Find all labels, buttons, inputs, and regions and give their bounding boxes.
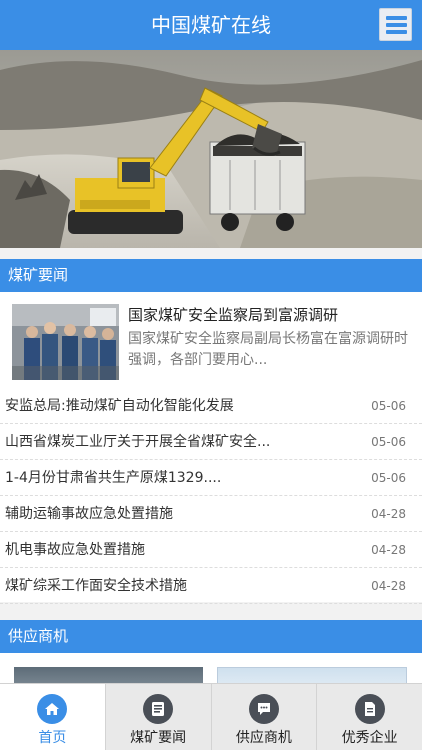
news-date: 05-06	[371, 435, 406, 449]
page-title: 中国煤矿在线	[151, 13, 271, 37]
list-item[interactable]: 煤矿综采工作面安全技术措施 04-28	[0, 568, 422, 604]
news-title[interactable]: 山西省煤炭工业厅关于开展全省煤矿安全...	[5, 424, 325, 460]
news-title[interactable]: 煤矿综采工作面安全技术措施	[5, 568, 325, 604]
home-icon	[37, 694, 68, 724]
news-list: 安监总局:推动煤矿自动化智能化发展 05-06 山西省煤炭工业厅关于开展全省煤矿…	[0, 388, 422, 604]
menu-line	[386, 16, 407, 20]
list-item[interactable]: 机电事故应急处置措施 04-28	[0, 532, 422, 568]
supply-item-image[interactable]	[217, 667, 407, 683]
featured-news-title[interactable]: 国家煤矿安全监察局到富源调研	[128, 304, 413, 325]
section-header-supply[interactable]: 供应商机	[0, 620, 422, 653]
banner-image[interactable]	[0, 50, 422, 248]
list-item[interactable]: 1-4月份甘肃省共生产原煤1329.... 05-06	[0, 460, 422, 496]
tab-label: 优秀企业	[341, 730, 398, 746]
news-panel: 国家煤矿安全监察局到富源调研 国家煤矿安全监察局副局长杨富在富源调研时强调，各部…	[0, 292, 422, 604]
list-item[interactable]: 安监总局:推动煤矿自动化智能化发展 05-06	[0, 388, 422, 424]
tab-label: 首页	[38, 730, 67, 746]
featured-news[interactable]: 国家煤矿安全监察局到富源调研 国家煤矿安全监察局副局长杨富在富源调研时强调，各部…	[0, 292, 422, 387]
tab-companies[interactable]: 优秀企业	[317, 684, 422, 750]
news-date: 04-28	[371, 579, 406, 593]
news-date: 05-06	[371, 399, 406, 413]
excavator-photo	[0, 50, 422, 248]
news-title[interactable]: 辅助运输事故应急处置措施	[5, 496, 325, 532]
featured-news-summary: 国家煤矿安全监察局副局长杨富在富源调研时强调，各部门要用心...	[128, 331, 408, 368]
list-item[interactable]: 辅助运输事故应急处置措施 04-28	[0, 496, 422, 532]
bottom-tab-bar: 首页 煤矿要闻 供应商机 优秀企业	[0, 683, 422, 750]
document-icon	[354, 694, 385, 724]
news-date: 05-06	[371, 471, 406, 485]
tab-label: 供应商机	[235, 730, 292, 746]
top-bar: 中国煤矿在线	[0, 0, 422, 50]
tab-news[interactable]: 煤矿要闻	[106, 684, 212, 750]
tab-supply[interactable]: 供应商机	[212, 684, 318, 750]
meeting-photo	[12, 304, 119, 380]
chat-icon	[248, 694, 279, 724]
supply-item-image[interactable]	[14, 667, 203, 683]
news-date: 04-28	[371, 543, 406, 557]
menu-line	[386, 23, 407, 27]
tab-home[interactable]: 首页	[0, 684, 106, 750]
tab-label: 煤矿要闻	[130, 730, 187, 746]
news-title[interactable]: 安监总局:推动煤矿自动化智能化发展	[5, 388, 325, 424]
section-header-news[interactable]: 煤矿要闻	[0, 259, 422, 292]
featured-news-thumbnail[interactable]	[12, 304, 119, 380]
list-item[interactable]: 山西省煤炭工业厅关于开展全省煤矿安全... 05-06	[0, 424, 422, 460]
news-date: 04-28	[371, 507, 406, 521]
news-icon	[143, 694, 174, 724]
hamburger-menu-icon[interactable]	[379, 8, 412, 41]
news-title[interactable]: 1-4月份甘肃省共生产原煤1329....	[5, 460, 325, 496]
supply-list	[0, 653, 422, 683]
news-title[interactable]: 机电事故应急处置措施	[5, 532, 325, 568]
menu-line	[386, 30, 407, 34]
